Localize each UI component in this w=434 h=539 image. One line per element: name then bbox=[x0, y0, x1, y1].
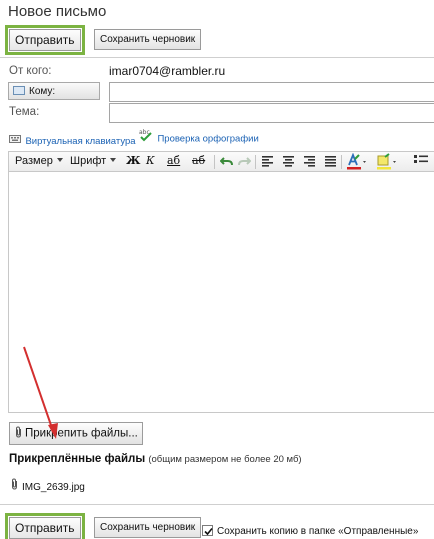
toolbar-separator bbox=[341, 155, 342, 169]
text-color-dropdown[interactable] bbox=[346, 152, 370, 173]
attached-files-title: Прикреплённые файлы bbox=[9, 453, 146, 465]
attached-file-name: IMG_2639.jpg bbox=[22, 482, 85, 494]
font-size-dropdown[interactable]: Размер bbox=[15, 155, 63, 167]
highlight-color-dropdown[interactable] bbox=[376, 153, 400, 173]
align-justify-icon[interactable] bbox=[325, 156, 336, 170]
font-family-dropdown[interactable]: Шрифт bbox=[70, 155, 117, 167]
virtual-keyboard-label: Виртуальная клавиатура bbox=[25, 136, 136, 148]
virtual-keyboard-link[interactable]: Виртуальная клавиатура bbox=[9, 131, 136, 149]
send-button-highlight: Отправить bbox=[5, 513, 85, 539]
italic-button[interactable]: К bbox=[146, 154, 155, 167]
save-draft-button[interactable]: Сохранить черновик bbox=[94, 29, 202, 50]
page-title: Новое письмо bbox=[8, 3, 107, 20]
subject-field[interactable] bbox=[109, 103, 434, 123]
redo-icon[interactable] bbox=[238, 155, 252, 171]
spellcheck-link[interactable]: abc Проверка орфографии bbox=[139, 128, 259, 147]
send-button[interactable]: Отправить bbox=[9, 29, 81, 51]
align-center-icon[interactable] bbox=[283, 156, 294, 170]
spellcheck-icon: abc bbox=[139, 128, 153, 147]
chevron-down-icon bbox=[56, 158, 63, 162]
checkmark-icon bbox=[204, 527, 213, 536]
attached-files-note: (общим размером не более 20 мб) bbox=[148, 454, 302, 465]
paperclip-icon bbox=[10, 477, 19, 495]
underline-button[interactable]: аб bbox=[167, 154, 180, 167]
from-value: imar0704@rambler.ru bbox=[109, 64, 226, 78]
chevron-down-icon bbox=[110, 158, 117, 162]
toolbar-separator bbox=[214, 155, 215, 169]
save-copy-label: Сохранить копию в папке «Отправленные» bbox=[217, 526, 419, 537]
attached-files-heading: Прикреплённые файлы (общим размером не б… bbox=[9, 453, 302, 465]
editor-toolbar: Размер Шрифт Ж К аб аб bbox=[8, 151, 434, 172]
subject-label: Тема: bbox=[9, 106, 40, 118]
divider bbox=[0, 504, 434, 505]
list-icon[interactable] bbox=[414, 155, 428, 170]
save-copy-option[interactable]: Сохранить копию в папке «Отправленные» bbox=[202, 521, 418, 539]
font-family-label: Шрифт bbox=[70, 155, 107, 167]
spellcheck-label: Проверка орфографии bbox=[157, 133, 259, 145]
send-button-bottom[interactable]: Отправить bbox=[9, 517, 81, 539]
align-left-icon[interactable] bbox=[262, 156, 273, 170]
keyboard-icon bbox=[9, 131, 21, 149]
save-copy-checkbox[interactable] bbox=[202, 525, 213, 536]
contacts-icon bbox=[13, 85, 25, 95]
send-button-highlight: Отправить bbox=[5, 25, 85, 55]
to-button-label: Кому: bbox=[29, 85, 56, 97]
from-label: От кого: bbox=[9, 65, 52, 77]
bold-button[interactable]: Ж bbox=[126, 154, 140, 167]
undo-icon[interactable] bbox=[219, 155, 233, 171]
attached-file-item: IMG_2639.jpg bbox=[10, 477, 85, 495]
font-size-label: Размер bbox=[15, 155, 53, 167]
annotation-arrow bbox=[23, 346, 58, 439]
to-button[interactable]: Кому: bbox=[8, 82, 100, 100]
save-draft-button-bottom[interactable]: Сохранить черновик bbox=[94, 517, 202, 538]
message-editor[interactable] bbox=[8, 172, 434, 413]
align-right-icon[interactable] bbox=[304, 156, 315, 170]
divider bbox=[0, 57, 434, 58]
strikethrough-button[interactable]: аб bbox=[192, 154, 205, 167]
to-field[interactable] bbox=[109, 82, 434, 102]
toolbar-separator bbox=[255, 155, 256, 169]
